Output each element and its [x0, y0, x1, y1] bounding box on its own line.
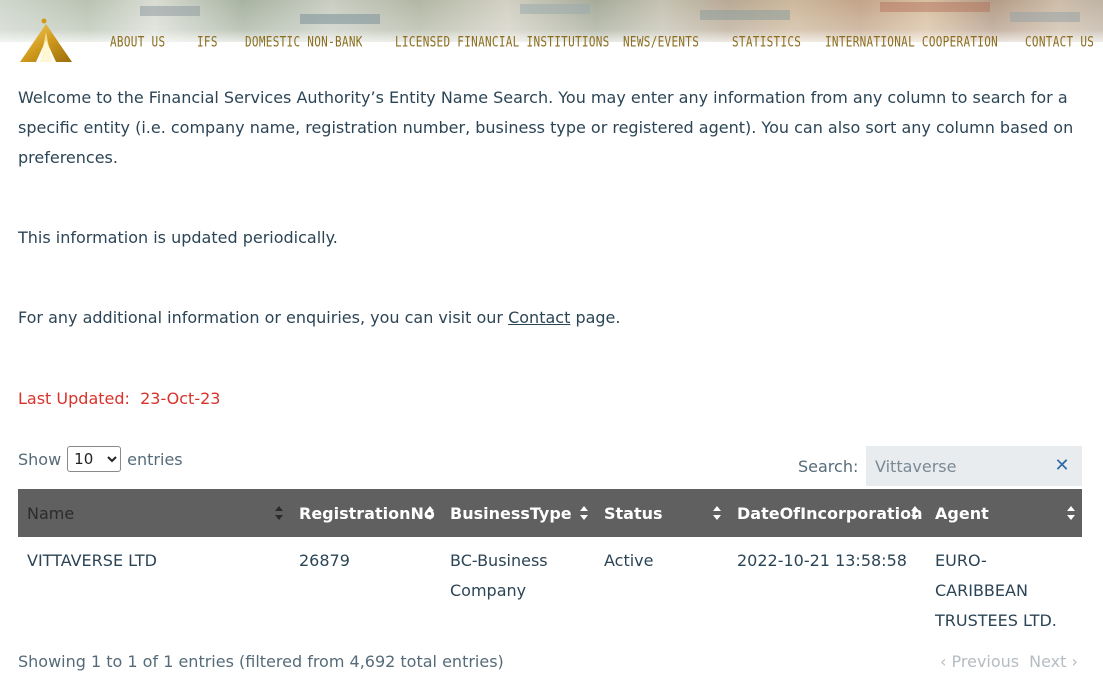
cell-date-of-incorporation: 2022-10-21 13:58:58: [728, 537, 926, 636]
banner-decoration: [300, 14, 380, 24]
contact-prefix: For any additional information or enquir…: [18, 308, 503, 327]
banner-decoration: [140, 6, 200, 16]
updated-note: This information is updated periodically…: [18, 228, 338, 247]
nav-international-cooperation[interactable]: INTERNATIONAL COOPERATION: [825, 34, 998, 50]
table-info: Showing 1 to 1 of 1 entries (filtered fr…: [18, 652, 504, 671]
sort-icon[interactable]: [579, 505, 589, 521]
entity-table: Name RegistrationNo BusinessType Status …: [18, 489, 1082, 636]
last-updated: Last Updated: 23-Oct-23: [18, 384, 1083, 414]
entries-label: entries: [127, 449, 183, 469]
column-header-business-type[interactable]: BusinessType: [441, 489, 595, 537]
nav-about-us[interactable]: ABOUT US: [110, 34, 165, 50]
column-header-agent[interactable]: Agent: [926, 489, 1082, 537]
chevron-left-icon: ‹: [940, 652, 947, 671]
page-length-select[interactable]: 10 25 50 100: [67, 446, 122, 472]
next-button[interactable]: Next ›: [1029, 652, 1078, 671]
column-header-date-of-incorporation[interactable]: DateOfIncorporation: [728, 489, 926, 537]
close-icon[interactable]: ✕: [1052, 456, 1072, 476]
previous-label: Previous: [951, 652, 1020, 671]
cell-agent: EURO-CARIBBEAN TRUSTEES LTD.: [926, 537, 1082, 636]
contact-paragraph: For any additional information or enquir…: [18, 303, 1083, 333]
table-row[interactable]: VITTAVERSE LTD 26879 BC-Business Company…: [18, 537, 1082, 636]
sort-icon[interactable]: [1066, 505, 1076, 521]
column-header-registration-no[interactable]: RegistrationNo: [290, 489, 441, 537]
nav-domestic-non-bank[interactable]: DOMESTIC NON-BANK: [245, 34, 363, 50]
column-header-status[interactable]: Status: [595, 489, 728, 537]
contact-suffix: page.: [575, 308, 621, 327]
banner-decoration: [700, 10, 790, 20]
search-label-wrap: Search:: [798, 446, 858, 486]
pagination: ‹ Previous Next ›: [940, 652, 1078, 671]
cell-name: VITTAVERSE LTD: [18, 537, 290, 636]
table-header-row: Name RegistrationNo BusinessType Status …: [18, 489, 1082, 537]
banner-decoration: [880, 2, 990, 12]
show-label: Show: [18, 449, 62, 469]
sort-icon[interactable]: [425, 505, 435, 521]
sort-icon[interactable]: [274, 505, 284, 521]
nav-statistics[interactable]: STATISTICS: [732, 34, 801, 50]
banner-decoration: [1010, 12, 1080, 22]
cell-business-type: BC-Business Company: [441, 537, 595, 636]
welcome-paragraph: Welcome to the Financial Services Author…: [18, 88, 1074, 167]
banner-decoration: [520, 4, 590, 14]
page-length-control: Show 10 25 50 100 entries: [18, 446, 183, 472]
last-updated-value: 23-Oct-23: [140, 389, 221, 408]
next-label: Next: [1029, 652, 1067, 671]
nav-ifs[interactable]: IFS: [197, 34, 218, 50]
nav-news-events[interactable]: NEWS/EVENTS: [623, 34, 699, 50]
sort-icon[interactable]: [910, 505, 920, 521]
cell-status: Active: [595, 537, 728, 636]
contact-link[interactable]: Contact: [508, 308, 570, 327]
search-field[interactable]: ✕: [866, 446, 1082, 486]
cell-registration-no: 26879: [290, 537, 441, 636]
previous-button[interactable]: ‹ Previous: [940, 652, 1019, 671]
main-nav: ABOUT US IFS DOMESTIC NON-BANK LICENSED …: [0, 34, 1103, 50]
search-label: Search:: [798, 456, 859, 476]
column-header-name[interactable]: Name: [18, 489, 290, 537]
last-updated-label: Last Updated:: [18, 389, 130, 408]
nav-contact-us[interactable]: CONTACT US: [1025, 34, 1094, 50]
chevron-right-icon: ›: [1071, 652, 1078, 671]
search-input[interactable]: [866, 455, 1047, 477]
sort-icon[interactable]: [712, 505, 722, 521]
nav-licensed-financial-institutions[interactable]: LICENSED FINANCIAL INSTITUTIONS: [395, 34, 610, 50]
